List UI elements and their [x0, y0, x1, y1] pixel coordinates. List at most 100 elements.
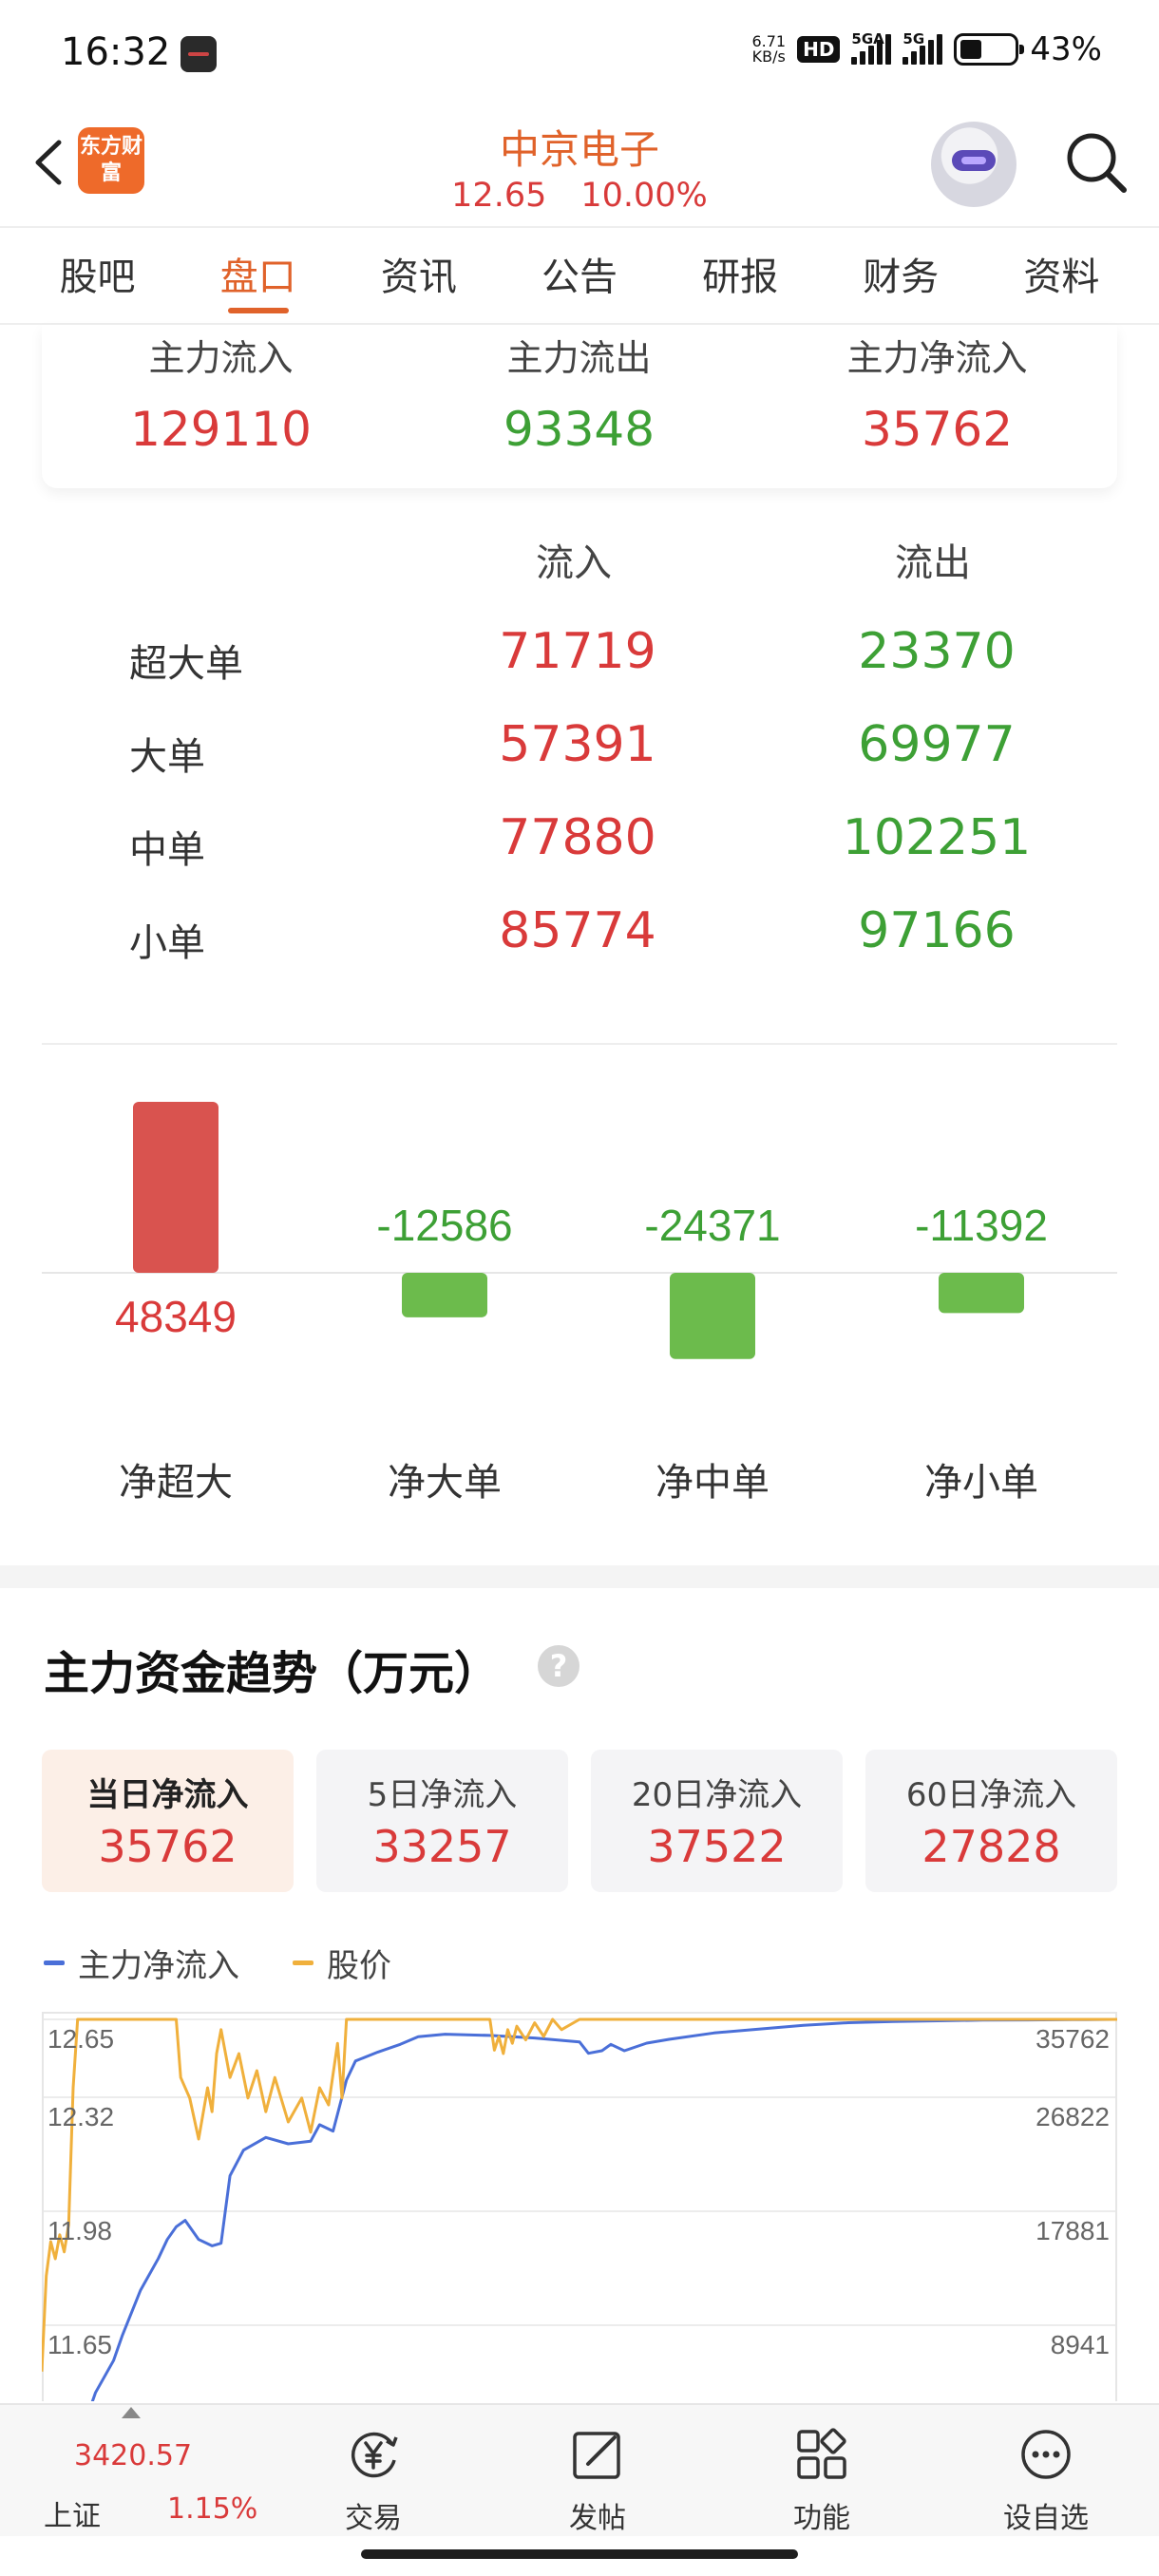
trend-title: 主力资金趋势（万元） — [44, 1647, 501, 1700]
network-speed: 6.71 KB/s — [751, 34, 786, 65]
net-flow-bar-chart: 48349 净超大 -12586 净大单 -24371 净中单 -11392 净小单 — [0, 1045, 1159, 1539]
trade-yen-icon — [351, 2432, 398, 2478]
y-left-tick-label: 11.65 — [48, 2330, 112, 2359]
stock-header: 东方财富 中京电子 12.65 10.00% — [0, 112, 1159, 226]
net-flow-bars-svg: 48349 净超大 -12586 净大单 -24371 净中单 -11392 净小单 — [42, 1102, 1117, 1505]
order-row: 大单 57391 69977 — [0, 716, 1159, 802]
legend-swatch — [293, 1960, 314, 1965]
help-icon[interactable]: ? — [538, 1645, 580, 1687]
net-bar — [939, 1273, 1024, 1314]
tab-2[interactable]: 资讯 — [375, 228, 463, 323]
order-type-label: 中单 — [129, 828, 205, 872]
nav-post[interactable]: 发帖 — [526, 2424, 669, 2536]
period-label: 20日净流入 — [631, 1776, 803, 1814]
order-outflow-value: 97166 — [858, 902, 1016, 959]
tab-4[interactable]: 研报 — [696, 228, 784, 323]
status-time: 16:32 — [61, 30, 171, 74]
search-button[interactable] — [1059, 125, 1135, 201]
main-inflow-label: 主力流入 — [148, 337, 294, 379]
nav-functions[interactable]: 功能 — [750, 2424, 893, 2536]
column-header-outflow: 流出 — [895, 541, 971, 585]
main-outflow-label: 主力流出 — [506, 337, 652, 379]
period-card[interactable]: 20日净流入 37522 — [591, 1750, 843, 1892]
signal-5g-icon: 5G — [902, 30, 943, 65]
status-indicators: 6.71 KB/s HD 5GA 5G 43% — [751, 30, 1102, 68]
main-inflow-value: 129110 — [130, 402, 312, 457]
net-bar — [670, 1273, 755, 1359]
net-bar-value: 48349 — [115, 1292, 237, 1341]
main-flow-card: 主力流入 129110 主力流出 93348 主力净流入 35762 — [42, 325, 1117, 488]
legend-swatch — [44, 1960, 65, 1965]
net-bar-value: -12586 — [376, 1201, 512, 1250]
signal-5g-label: 5G — [902, 30, 925, 47]
period-card[interactable]: 5日净流入 33257 — [316, 1750, 568, 1892]
legend-label: 股价 — [327, 1947, 391, 1985]
period-value: 27828 — [922, 1821, 1061, 1872]
index-change-pct: 1.15% — [167, 2492, 258, 2526]
order-outflow-value: 102251 — [842, 809, 1032, 866]
net-bar — [402, 1273, 487, 1317]
tab-5[interactable]: 财务 — [857, 228, 944, 323]
main-outflow-value: 93348 — [503, 402, 656, 457]
order-inflow-value: 57391 — [499, 716, 656, 773]
main-inflow: 主力流入 129110 — [42, 325, 400, 457]
order-type-label: 超大单 — [129, 642, 243, 686]
nav-trade-label: 交易 — [345, 2502, 402, 2535]
order-outflow-value: 69977 — [858, 716, 1016, 773]
y-left-tick-label: 12.65 — [48, 2024, 114, 2054]
y-right-tick-label: 17881 — [1036, 2216, 1110, 2245]
period-label: 5日净流入 — [367, 1776, 518, 1814]
order-inflow-value: 77880 — [499, 809, 656, 866]
bottom-nav: 3420.57 上证 1.15% 交易 发帖 功能 设自选 — [0, 2403, 1159, 2536]
hd-voice-icon: HD — [797, 36, 841, 63]
net-bar-label: 净超大 — [119, 1461, 233, 1505]
order-outflow-value: 23370 — [858, 623, 1016, 680]
period-card[interactable]: 60日净流入 27828 — [865, 1750, 1117, 1892]
period-value: 33257 — [372, 1821, 512, 1872]
net-speed-unit: KB/s — [751, 47, 786, 66]
net-bar — [133, 1102, 218, 1273]
stock-price: 12.65 — [451, 177, 547, 215]
chart-frame — [42, 2012, 1117, 2401]
net-bar-label: 净小单 — [924, 1461, 1038, 1505]
period-label: 60日净流入 — [905, 1776, 1077, 1814]
recorder-app-icon — [180, 36, 217, 72]
main-net-inflow-label: 主力净流入 — [846, 337, 1028, 379]
nav-post-label: 发帖 — [569, 2502, 626, 2535]
period-label: 当日净流入 — [86, 1776, 249, 1814]
home-indicator[interactable] — [361, 2549, 798, 2559]
tab-1[interactable]: 盘口 — [215, 228, 302, 323]
index-name: 上证 — [44, 2500, 101, 2533]
main-outflow: 主力流出 93348 — [400, 325, 758, 457]
legend-label: 主力净流入 — [78, 1947, 239, 1985]
tab-6[interactable]: 资料 — [1017, 228, 1105, 323]
nav-trade[interactable]: 交易 — [302, 2424, 445, 2536]
price-line — [42, 2017, 1117, 2372]
period-card[interactable]: 当日净流入 35762 — [42, 1750, 294, 1892]
main-net-inflow-value: 35762 — [861, 402, 1014, 457]
y-right-tick-label: 8941 — [1051, 2330, 1110, 2359]
tab-3[interactable]: 公告 — [536, 228, 623, 323]
net-bar-label: 净大单 — [388, 1461, 502, 1505]
battery-percent: 43% — [1030, 30, 1102, 68]
y-left-tick-label: 11.98 — [48, 2216, 112, 2245]
signal-5ga-icon: 5GA — [851, 30, 892, 65]
nav-add-watchlist[interactable]: 设自选 — [975, 2424, 1117, 2536]
order-row: 中单 77880 102251 — [0, 809, 1159, 895]
period-value: 37522 — [647, 1821, 787, 1872]
compose-icon — [573, 2432, 620, 2479]
caret-up-icon — [122, 2407, 141, 2418]
assistant-robot-avatar[interactable] — [931, 122, 1016, 207]
net-bar-label: 净中单 — [656, 1461, 770, 1505]
status-bar: 16:32 6.71 KB/s HD 5GA 5G 43% — [0, 0, 1159, 112]
net-bar-value: -24371 — [644, 1201, 780, 1250]
search-icon — [1067, 133, 1127, 193]
stock-change-pct: 10.00% — [580, 177, 708, 215]
net-bar-value: -11392 — [915, 1201, 1048, 1250]
fund-trend-svg: 12.65 12.32 11.98 11.65 35762 26822 17881 8941 — [42, 2012, 1117, 2401]
legend-item: 主力净流入 — [44, 1940, 239, 1986]
tab-0[interactable]: 股吧 — [54, 228, 142, 323]
period-value: 35762 — [98, 1821, 238, 1872]
order-inflow-value: 71719 — [499, 623, 656, 680]
chart-legend: 主力净流入 股价 — [44, 1940, 445, 1986]
